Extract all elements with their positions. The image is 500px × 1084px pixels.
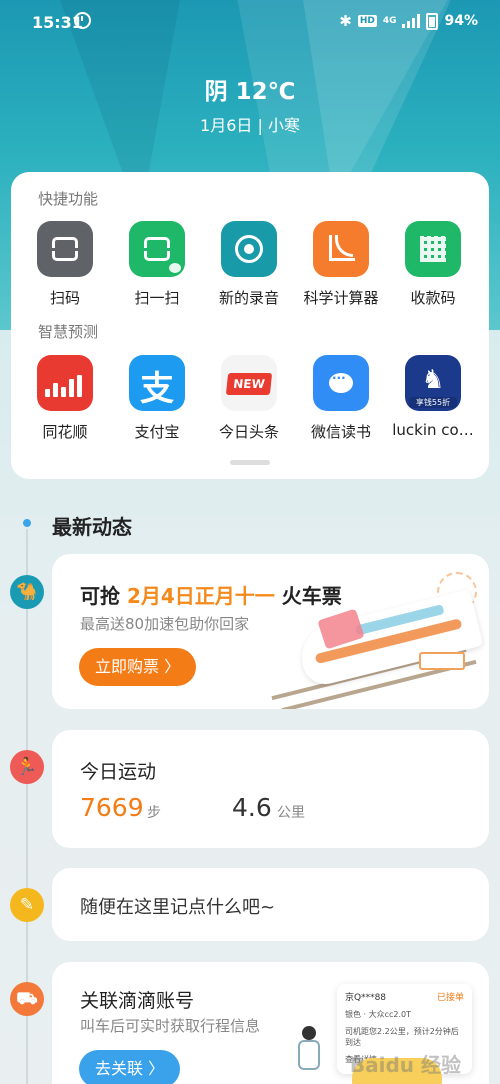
app-label: 同花顺 [42,423,88,441]
pencil-icon: ✎ [10,888,44,922]
exercise-title: 今日运动 [80,761,157,783]
running-icon: 🏃 [10,750,44,784]
car-text: 银色 · 大众cc2.0T [345,1010,412,1019]
app-label: 微信读书 [310,423,371,441]
trip-status: 已接单 [436,993,464,1003]
new-badge: NEW [225,373,273,395]
app-label: 今日头条 [218,423,279,441]
app-label: 支付宝 [134,423,180,441]
smart-prediction-title: 智慧预测 [38,323,99,341]
steps-value: 7669 [80,793,144,822]
signal-icon [402,14,421,28]
app-label: 扫一扫 [134,289,180,307]
alarm-icon [74,12,91,29]
luckin-tag: 享钱55折 [409,397,457,408]
battery-icon [426,12,439,30]
weather-text[interactable]: 阴 12℃ [0,72,500,106]
didi-subtitle: 叫车后可实时获取行程信息 [80,1017,261,1035]
tonghuashun-icon [37,355,93,411]
bluetooth-icon: ✱ [339,12,352,30]
date-text: 1月6日 | 小寒 [200,116,300,135]
didi-title: 关联滴滴账号 [80,990,195,1012]
train-ticket-card[interactable]: 可抢 2月4日正月十一 火车票 最高送80加速包助你回家 立即购票 〉 [52,554,489,709]
luckin-icon: ♞ 享钱55折 [405,355,461,411]
calculator-icon [313,221,369,277]
weread-icon [313,355,369,411]
app-luckin[interactable]: ♞ 享钱55折 luckin co… [387,355,479,442]
record-icon [221,221,277,277]
app-toutiao[interactable]: NEW 今日头条 [203,355,295,442]
distance-unit: 公里 [277,805,305,821]
app-payment-code[interactable]: 收款码 [387,221,479,308]
didi-card[interactable]: 关联滴滴账号 叫车后可实时获取行程信息 去关联 〉 京Q***88 已接单 银色 … [52,962,489,1084]
timeline-title: 最新动态 [52,515,132,539]
app-label: 扫码 [49,289,80,307]
app-label: 科学计算器 [303,289,379,307]
quick-functions-title: 快捷功能 [38,190,99,208]
eta-text: 司机距您2.2公里，预计2分钟后到达 [345,1027,459,1047]
status-bar: 15:31 ✱ HD 4G 94% [0,0,500,46]
watermark: Baidu 经验 [349,1053,461,1077]
plate-text: 京Q***88 [345,993,387,1003]
car-person-icon: ⛟ [10,982,44,1016]
battery-level: 94% [444,13,478,29]
link-account-button[interactable]: 去关联 〉 [79,1050,181,1084]
app-scan[interactable]: 扫一扫 [111,221,203,308]
toutiao-icon: NEW [221,355,277,411]
alipay-icon: 支 [129,355,185,411]
buy-ticket-button[interactable]: 立即购票 〉 [79,648,197,686]
note-placeholder: 随便在这里记点什么吧~ [80,897,276,918]
scan-icon [129,221,185,277]
network-type: 4G [382,16,397,26]
steps-unit: 步 [147,805,161,821]
app-label: 收款码 [410,289,456,307]
app-label: luckin co… [392,421,474,439]
app-scan-code[interactable]: 扫码 [19,221,111,308]
exercise-card[interactable]: 今日运动 7669 步 4.6 公里 [52,730,489,848]
app-calculator[interactable]: 科学计算器 [295,221,387,308]
train-subtitle: 最高送80加速包助你回家 [80,615,250,633]
app-tonghuashun[interactable]: 同花顺 [19,355,111,442]
app-label: 新的录音 [218,289,279,307]
app-new-recording[interactable]: 新的录音 [203,221,295,308]
qr-code-icon [405,221,461,277]
person-body [298,1040,320,1070]
note-card[interactable]: 随便在这里记点什么吧~ [52,868,489,941]
app-weread[interactable]: 微信读书 [295,355,387,442]
camel-icon: 🐪 [10,575,44,609]
distance-value: 4.6 [232,793,272,822]
app-alipay[interactable]: 支 支付宝 [111,355,203,442]
person-illustration [302,1026,316,1040]
hd-icon: HD [357,15,377,27]
train-illustration [259,562,489,709]
quick-functions-card: 快捷功能 扫码 扫一扫 新的录音 科学计算器 收款码 智慧预测 同花顺 支 支付… [11,172,489,479]
timeline-dot [21,517,33,529]
scan-code-icon [37,221,93,277]
drag-handle[interactable] [230,460,270,465]
